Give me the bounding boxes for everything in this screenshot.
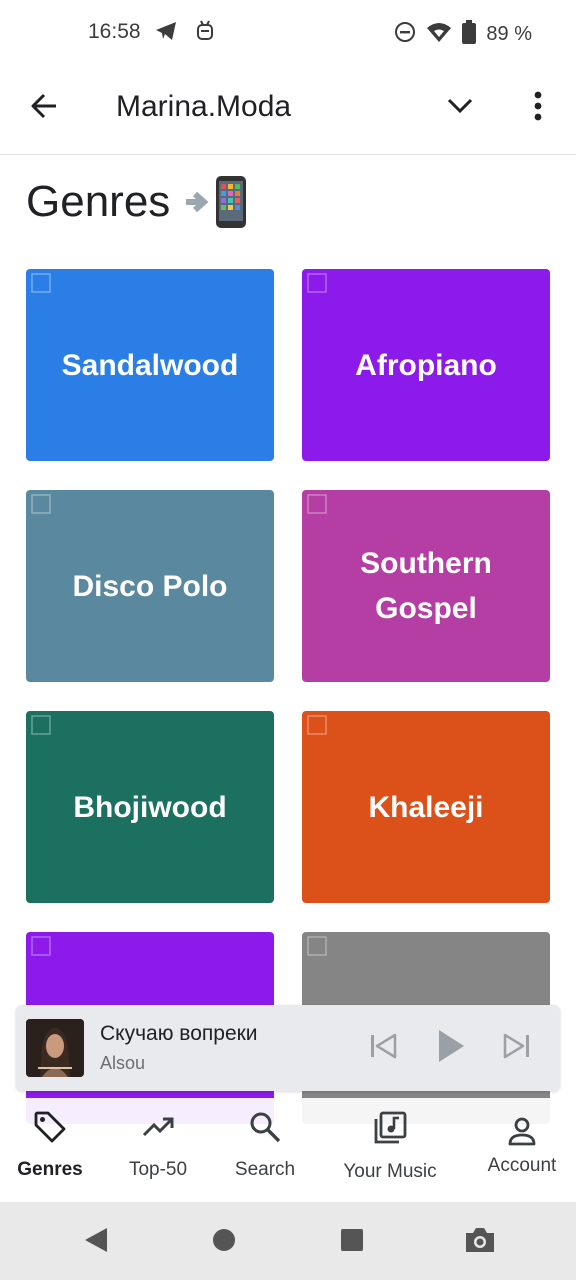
genre-label: Khaleeji xyxy=(368,790,484,824)
nav-search[interactable]: Search xyxy=(230,1110,300,1181)
person-icon xyxy=(507,1116,537,1151)
broken-image-icon xyxy=(30,494,54,518)
telegram-icon xyxy=(154,20,178,47)
system-navigation-bar xyxy=(0,1202,576,1280)
status-bar: 16:58 89 % xyxy=(0,0,576,66)
skip-previous-icon xyxy=(369,1033,397,1064)
recents-square-icon xyxy=(340,1228,364,1257)
back-button[interactable] xyxy=(24,88,64,128)
library-music-icon xyxy=(372,1110,408,1151)
system-recents-button[interactable] xyxy=(336,1226,368,1258)
mobile-arrow-icon xyxy=(184,176,247,228)
screenshot-camera-icon xyxy=(464,1226,496,1259)
genre-card[interactable]: Sandalwood xyxy=(26,269,274,461)
broken-image-icon xyxy=(306,273,330,297)
app-bar: Marina.Moda xyxy=(0,66,576,155)
status-system-icons: 89 % xyxy=(394,20,532,49)
next-track-button[interactable] xyxy=(496,1027,538,1069)
system-screenshot-button[interactable] xyxy=(464,1226,496,1258)
overflow-menu-button[interactable] xyxy=(518,88,558,128)
genre-label: Bhojiwood xyxy=(73,790,227,824)
expand-button[interactable] xyxy=(440,88,480,128)
page-heading: Genres xyxy=(26,176,247,228)
nav-your-music[interactable]: Your Music xyxy=(336,1110,444,1183)
broken-image-icon xyxy=(30,273,54,297)
more-vert-icon xyxy=(533,91,543,126)
previous-track-button[interactable] xyxy=(362,1027,404,1069)
broken-image-icon xyxy=(306,715,330,739)
trending-up-icon xyxy=(141,1110,175,1149)
nav-label: Your Music xyxy=(343,1161,437,1182)
search-icon xyxy=(248,1110,282,1149)
genre-card[interactable]: Afropiano xyxy=(302,269,550,461)
play-icon xyxy=(436,1028,466,1069)
nav-label: Search xyxy=(234,1159,296,1180)
system-back-button[interactable] xyxy=(80,1226,112,1258)
app-title: Marina.Moda xyxy=(116,90,292,123)
battery-percent: 89 % xyxy=(486,23,532,45)
skip-next-icon xyxy=(503,1033,531,1064)
page-title: Genres xyxy=(26,177,171,226)
robot-icon xyxy=(196,20,214,47)
do-not-disturb-icon xyxy=(394,21,416,48)
broken-image-icon xyxy=(30,715,54,739)
play-button[interactable] xyxy=(430,1027,472,1069)
back-triangle-icon xyxy=(83,1226,109,1259)
broken-image-icon xyxy=(306,936,330,960)
status-notification-icons xyxy=(154,20,214,47)
genre-label: Disco Polo xyxy=(72,569,228,603)
bottom-navigation: Genres Top-50 Search Your Music Account xyxy=(0,1098,576,1202)
genre-card[interactable]: Disco Polo xyxy=(26,490,274,682)
nav-top-50[interactable]: Top-50 xyxy=(122,1110,194,1181)
genre-card[interactable]: Southern Gospel xyxy=(302,490,550,682)
track-title: Скучаю вопреки xyxy=(100,1022,258,1045)
wifi-icon xyxy=(426,21,452,48)
back-arrow-icon xyxy=(30,92,58,125)
genre-label: Southern Gospel xyxy=(360,547,492,625)
album-cover[interactable] xyxy=(26,1019,84,1077)
genre-card[interactable]: Khaleeji xyxy=(302,711,550,903)
status-time: 16:58 xyxy=(88,20,141,43)
nav-genres[interactable]: Genres xyxy=(16,1110,84,1181)
genre-label: Afropiano xyxy=(355,348,497,382)
broken-image-icon xyxy=(30,936,54,960)
home-circle-icon xyxy=(211,1227,237,1258)
track-artist: Alsou xyxy=(100,1053,146,1073)
genre-card[interactable]: Bhojiwood xyxy=(26,711,274,903)
nav-label: Genres xyxy=(17,1159,83,1180)
battery-icon xyxy=(462,20,477,49)
chevron-down-icon xyxy=(446,96,474,121)
system-home-button[interactable] xyxy=(208,1226,240,1258)
nav-account[interactable]: Account xyxy=(484,1116,560,1177)
tag-icon xyxy=(33,1110,67,1149)
genre-label: Sandalwood xyxy=(61,348,239,382)
nav-label: Top-50 xyxy=(128,1159,188,1180)
nav-label: Account xyxy=(487,1155,557,1176)
mini-player[interactable]: Скучаю вопреки Alsou xyxy=(16,1005,560,1091)
broken-image-icon xyxy=(306,494,330,518)
